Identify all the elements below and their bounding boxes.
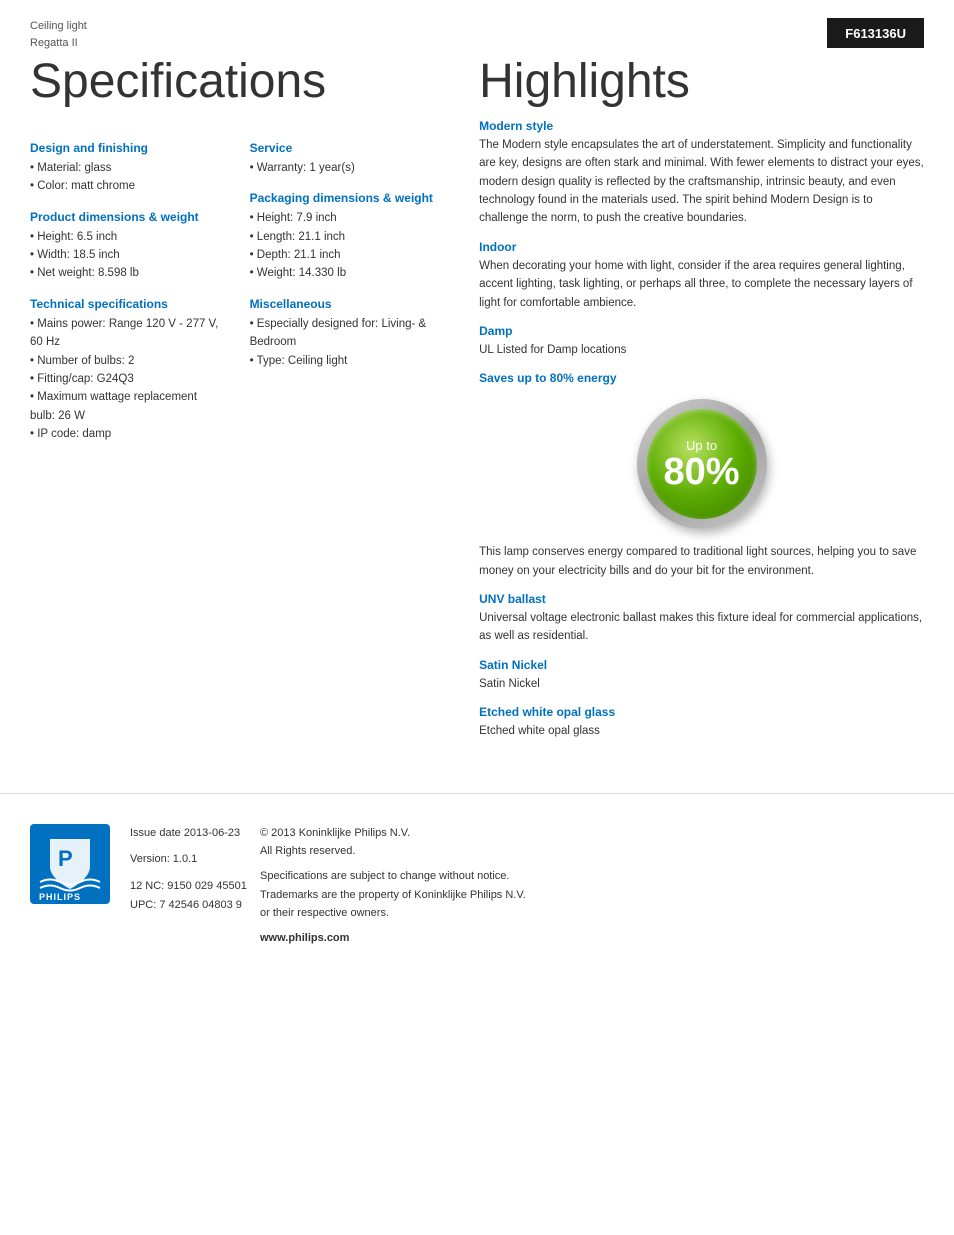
miscellaneous-list: Especially designed for: Living- & Bedro…: [250, 315, 440, 370]
specifications-column: Specifications Design and finishing Mate…: [30, 56, 459, 753]
svg-text:PHILIPS: PHILIPS: [39, 892, 81, 902]
badge-outer: Up to 80%: [637, 399, 767, 529]
specs-col-left: Design and finishing Material: glass Col…: [30, 127, 220, 444]
product-code: F613136U: [827, 18, 924, 48]
footer-cols: Issue date 2013-06-23 Version: 1.0.1 12 …: [130, 824, 924, 948]
spec-item: Material: glass: [30, 159, 220, 177]
spec-item: Depth: 21.1 inch: [250, 246, 440, 264]
copyright: © 2013 Koninklijke Philips N.V.: [260, 824, 526, 843]
version: Version: 1.0.1: [130, 850, 260, 869]
spec-item: Number of bulbs: 2: [30, 352, 220, 370]
highlight-damp: Damp UL Listed for Damp locations: [479, 324, 924, 359]
etched-glass-heading: Etched white opal glass: [479, 705, 924, 719]
upc-number: UPC: 7 42546 04803 9: [130, 896, 260, 915]
spec-item: Fitting/cap: G24Q3: [30, 370, 220, 388]
main-content: Specifications Design and finishing Mate…: [0, 56, 954, 753]
damp-text: UL Listed for Damp locations: [479, 341, 924, 359]
indoor-heading: Indoor: [479, 240, 924, 254]
product-dimensions-heading: Product dimensions & weight: [30, 210, 220, 224]
spec-item: Mains power: Range 120 V - 277 V, 60 Hz: [30, 315, 220, 352]
satin-nickel-heading: Satin Nickel: [479, 658, 924, 672]
footer-content: Issue date 2013-06-23 Version: 1.0.1 12 …: [130, 824, 924, 948]
footer: P PHILIPS Issue date 2013-06-23 Version:…: [0, 793, 954, 968]
specifications-title: Specifications: [30, 56, 439, 109]
miscellaneous-heading: Miscellaneous: [250, 297, 440, 311]
design-finishing-heading: Design and finishing: [30, 141, 220, 155]
spec-item: Length: 21.1 inch: [250, 228, 440, 246]
spec-item: Net weight: 8.598 lb: [30, 264, 220, 282]
spec-item: Maximum wattage replacement bulb: 26 W: [30, 388, 220, 425]
packaging-list: Height: 7.9 inch Length: 21.1 inch Depth…: [250, 209, 440, 283]
damp-heading: Damp: [479, 324, 924, 338]
specs-col-right: Service Warranty: 1 year(s) Packaging di…: [250, 127, 440, 444]
svg-text:P: P: [58, 846, 73, 871]
highlight-satin-nickel: Satin Nickel Satin Nickel: [479, 658, 924, 693]
unv-ballast-text: Universal voltage electronic ballast mak…: [479, 609, 924, 646]
highlights-title: Highlights: [479, 56, 924, 109]
unv-ballast-heading: UNV ballast: [479, 592, 924, 606]
badge-inner: Up to 80%: [647, 409, 757, 519]
modern-style-heading: Modern style: [479, 119, 924, 133]
spec-item: IP code: damp: [30, 425, 220, 443]
spec-item: Warranty: 1 year(s): [250, 159, 440, 177]
product-category: Ceiling light: [30, 18, 87, 35]
energy-badge-container: Up to 80%: [479, 399, 924, 529]
satin-nickel-text: Satin Nickel: [479, 675, 924, 693]
top-bar: Ceiling light Regatta II F613136U: [0, 0, 954, 51]
page: Ceiling light Regatta II F613136U Specif…: [0, 0, 954, 1235]
spec-item: Width: 18.5 inch: [30, 246, 220, 264]
spec-item: Especially designed for: Living- & Bedro…: [250, 315, 440, 352]
product-dimensions-list: Height: 6.5 inch Width: 18.5 inch Net we…: [30, 228, 220, 283]
highlight-modern-style: Modern style The Modern style encapsulat…: [479, 119, 924, 228]
product-subtitle: Ceiling light Regatta II: [30, 18, 87, 51]
trademark: Trademarks are the property of Koninklij…: [260, 886, 526, 905]
technical-specs-list: Mains power: Range 120 V - 277 V, 60 Hz …: [30, 315, 220, 444]
rights: All Rights reserved.: [260, 842, 526, 861]
issue-date: Issue date 2013-06-23: [130, 824, 260, 843]
highlights-column: Highlights Modern style The Modern style…: [459, 56, 924, 753]
highlight-energy: Saves up to 80% energy Up to 80% This la…: [479, 371, 924, 580]
trademark2: or their respective owners.: [260, 904, 526, 923]
modern-style-text: The Modern style encapsulates the art of…: [479, 136, 924, 228]
footer-meta-col: Issue date 2013-06-23 Version: 1.0.1 12 …: [130, 824, 260, 915]
philips-logo: P PHILIPS: [30, 824, 110, 904]
technical-specs-heading: Technical specifications: [30, 297, 220, 311]
highlight-unv-ballast: UNV ballast Universal voltage electronic…: [479, 592, 924, 646]
spec-item: Weight: 14.330 lb: [250, 264, 440, 282]
highlight-indoor: Indoor When decorating your home with li…: [479, 240, 924, 312]
spec-item: Height: 6.5 inch: [30, 228, 220, 246]
specs-columns: Design and finishing Material: glass Col…: [30, 127, 439, 444]
service-list: Warranty: 1 year(s): [250, 159, 440, 177]
spec-item: Type: Ceiling light: [250, 352, 440, 370]
website-link[interactable]: www.philips.com: [260, 929, 526, 948]
service-heading: Service: [250, 141, 440, 155]
design-finishing-list: Material: glass Color: matt chrome: [30, 159, 220, 196]
highlight-etched-glass: Etched white opal glass Etched white opa…: [479, 705, 924, 740]
specs-note: Specifications are subject to change wit…: [260, 867, 526, 886]
indoor-text: When decorating your home with light, co…: [479, 257, 924, 312]
energy-description: This lamp conserves energy compared to t…: [479, 543, 924, 580]
etched-glass-text: Etched white opal glass: [479, 722, 924, 740]
nc-number: 12 NC: 9150 029 45501: [130, 877, 260, 896]
packaging-heading: Packaging dimensions & weight: [250, 191, 440, 205]
spec-item: Color: matt chrome: [30, 177, 220, 195]
energy-heading: Saves up to 80% energy: [479, 371, 924, 385]
badge-percent-text: 80%: [664, 453, 740, 491]
spec-item: Height: 7.9 inch: [250, 209, 440, 227]
footer-legal-col: © 2013 Koninklijke Philips N.V. All Righ…: [260, 824, 526, 948]
product-model: Regatta II: [30, 35, 87, 52]
